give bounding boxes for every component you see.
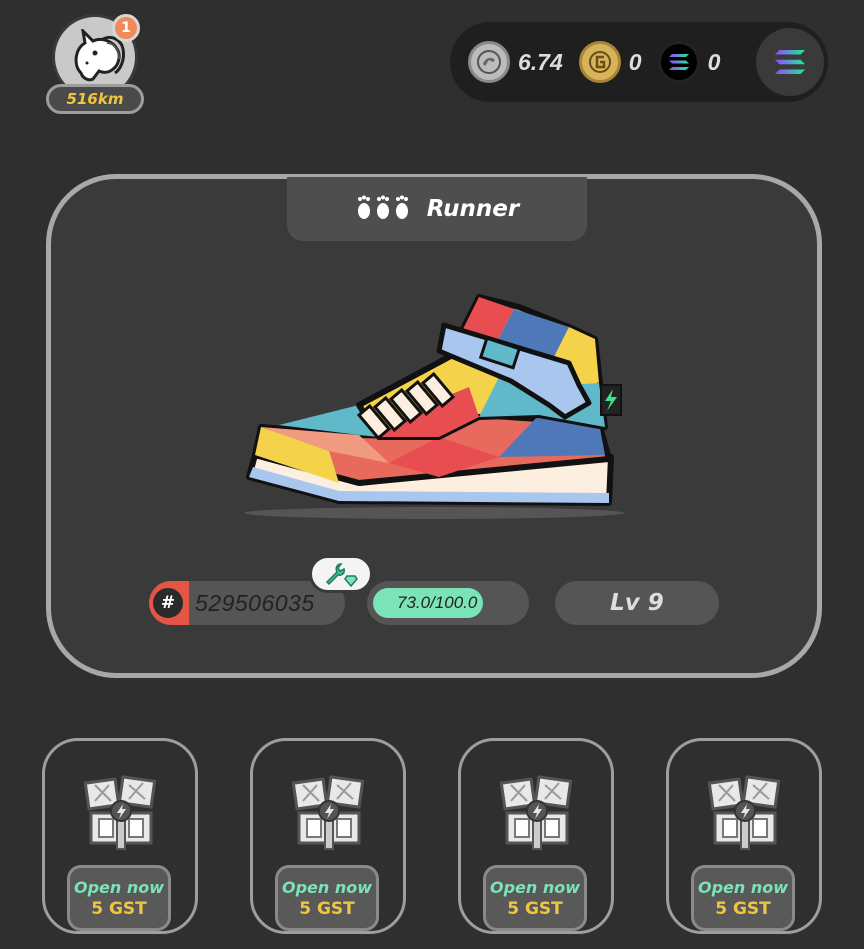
profile-avatar-button[interactable]: 1 516km <box>46 12 146 114</box>
footprints-icon <box>355 193 411 225</box>
hash-icon: # <box>149 581 189 625</box>
gmt-coin-icon <box>468 41 510 83</box>
currency-bar: 6.74 0 0 <box>450 22 828 102</box>
open-label: Open now <box>489 877 581 897</box>
distance-label: 516km <box>46 84 144 114</box>
open-label: Open now <box>73 877 165 897</box>
open-box-button[interactable]: Open now 5 GST <box>483 865 587 931</box>
open-price: 5 GST <box>507 898 563 919</box>
durability-text: 73.0/100.0 <box>397 593 478 612</box>
sol-balance: 0 <box>707 48 721 75</box>
wrench-gem-icon[interactable] <box>309 555 373 593</box>
open-label: Open now <box>697 877 789 897</box>
sneaker-card[interactable]: Runner # 529506035 73.0/100.0 Lv 9 <box>46 174 822 678</box>
mystery-box-icon <box>289 771 369 855</box>
gst-balance: 0 <box>628 48 642 75</box>
sol-coin-icon <box>657 41 700 83</box>
sneaker-id: 529506035 <box>195 589 315 616</box>
mystery-box-slot-1[interactable]: Open now 5 GST <box>42 738 198 934</box>
mystery-box-icon <box>705 771 785 855</box>
mystery-box-slot-4[interactable]: Open now 5 GST <box>666 738 822 934</box>
mystery-box-slot-2[interactable]: Open now 5 GST <box>250 738 406 934</box>
level-label: Lv 9 <box>610 590 664 616</box>
durability-bar: 73.0/100.0 <box>367 581 529 625</box>
open-box-button[interactable]: Open now 5 GST <box>67 865 171 931</box>
open-price: 5 GST <box>715 898 771 919</box>
solana-wallet-icon[interactable] <box>756 28 824 96</box>
gmt-balance: 6.74 <box>518 48 563 75</box>
open-box-button[interactable]: Open now 5 GST <box>691 865 795 931</box>
sneaker-type-tab: Runner <box>287 177 587 241</box>
sneaker-type-label: Runner <box>426 196 520 222</box>
open-price: 5 GST <box>91 898 147 919</box>
open-box-button[interactable]: Open now 5 GST <box>275 865 379 931</box>
open-label: Open now <box>281 877 373 897</box>
level-pill[interactable]: Lv 9 <box>555 581 719 625</box>
notification-badge: 1 <box>112 14 140 42</box>
mystery-box-icon <box>497 771 577 855</box>
gst-coin-icon <box>578 41 621 83</box>
mystery-box-icon <box>81 771 161 855</box>
mystery-box-slot-3[interactable]: Open now 5 GST <box>458 738 614 934</box>
open-price: 5 GST <box>299 898 355 919</box>
sneaker-image <box>244 294 624 519</box>
